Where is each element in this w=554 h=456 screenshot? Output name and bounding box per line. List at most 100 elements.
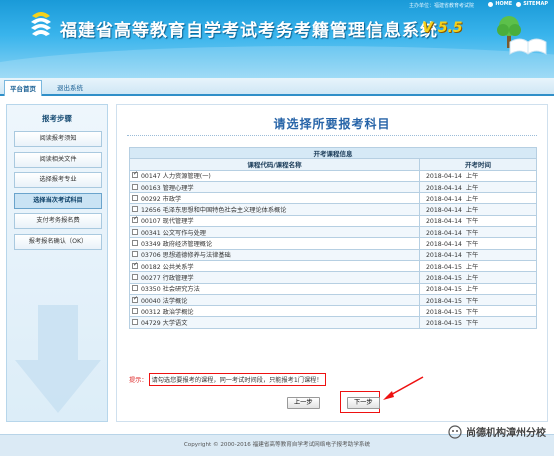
course-cell: 00107 现代管理学	[129, 214, 420, 228]
exam-time-cell: 2018-04-15 下午	[419, 293, 537, 307]
course-name: 00277 行政管理学	[141, 274, 194, 282]
pointer-arrow-icon	[383, 376, 424, 400]
course-cell: 03706 思想道德修养与法律基础	[129, 248, 420, 261]
course-table: 开考课程信息 课程代码/课程名称 开考时间 00147 人力资源管理(一) 201…	[129, 146, 537, 329]
home-icon	[488, 1, 494, 7]
table-row: 00182 公共关系学 2018-04-15 上午	[129, 259, 537, 273]
course-cell: 00312 政治学概论	[129, 305, 420, 318]
header-swoosh	[0, 46, 554, 78]
exam-period: 上午	[465, 173, 479, 181]
table-row: 03349 政府经济管理概论 2018-04-14 下午	[129, 237, 537, 250]
tab-home[interactable]: 平台首页	[4, 80, 42, 96]
exam-time-cell: 2018-04-15 上午	[419, 259, 537, 273]
watermark: 尚德机构漳州分校	[448, 424, 546, 439]
course-cell: 03350 社会研究方法	[129, 282, 420, 295]
exam-time-cell: 2018-04-14 上午	[419, 203, 537, 216]
tab-logout[interactable]: 退出系统	[52, 80, 88, 96]
exam-date: 2018-04-14	[426, 207, 462, 215]
table-row: 12656 毛泽东思想和中国特色社会主义理论体系概论 2018-04-14 上午	[129, 203, 537, 216]
step-confirm[interactable]: 报考报名确认（OK）	[14, 233, 102, 250]
table-row: 00107 现代管理学 2018-04-14 下午	[129, 214, 537, 228]
course-checkbox[interactable]	[132, 228, 138, 235]
course-name: 03706 思想道德修养与法律基础	[141, 252, 231, 260]
exam-period: 下午	[465, 308, 479, 316]
col-course-header: 课程代码/课程名称	[129, 158, 420, 171]
course-checkbox[interactable]	[132, 194, 138, 201]
course-name: 00147 人力资源管理(一)	[141, 173, 211, 181]
exam-period: 下午	[465, 218, 479, 226]
exam-period: 下午	[465, 241, 479, 249]
version-label: V 5.5	[422, 20, 463, 36]
wechat-icon	[448, 424, 462, 439]
step-pay-fee[interactable]: 支付考务报名费	[14, 213, 102, 230]
course-cell: 00292 市政学	[129, 192, 420, 205]
course-cell: 00040 法学概论	[129, 293, 420, 307]
table-row: 03706 思想道德修养与法律基础 2018-04-14 下午	[129, 248, 537, 261]
table-row: 00292 市政学 2018-04-14 上午	[129, 192, 537, 205]
course-checkbox[interactable]	[132, 215, 138, 224]
course-checkbox[interactable]	[132, 240, 138, 247]
step-select-subjects[interactable]: 选择当次考试科目	[14, 192, 102, 209]
step-read-notice[interactable]: 阅读报考须知	[14, 131, 102, 147]
exam-date: 2018-04-14	[426, 218, 462, 226]
table-caption: 开考课程信息	[129, 146, 537, 160]
table-row: 00040 法学概论 2018-04-15 下午	[129, 293, 537, 307]
exam-time-cell: 2018-04-14 下午	[419, 214, 537, 228]
exam-date: 2018-04-15	[426, 286, 462, 294]
top-links: HOME SITEMAP	[488, 1, 548, 7]
sidebar: 报考步骤 阅读报考须知 阅读相关文件 选择报考专业 选择当次考试科目 支付考务报…	[6, 104, 108, 422]
exam-date: 2018-04-14	[426, 241, 462, 249]
exam-period: 上午	[465, 263, 479, 271]
exam-date: 2018-04-14	[426, 184, 462, 192]
course-name: 00163 管理心理学	[141, 184, 194, 192]
course-checkbox[interactable]	[132, 273, 138, 280]
exam-period: 上午	[465, 286, 479, 294]
course-checkbox[interactable]	[132, 206, 138, 213]
exam-period: 下午	[465, 297, 479, 305]
table-row: 00341 公文写作与处理 2018-04-14 下午	[129, 226, 537, 239]
course-checkbox[interactable]	[132, 251, 138, 258]
course-name: 12656 毛泽东思想和中国特色社会主义理论体系概论	[141, 207, 287, 215]
course-cell: 03349 政府经济管理概论	[129, 237, 420, 250]
nav-bar: 平台首页 退出系统	[0, 78, 554, 96]
course-name: 00312 政治学概论	[141, 308, 194, 316]
course-checkbox[interactable]	[132, 170, 138, 179]
course-checkbox[interactable]	[132, 319, 138, 326]
logo-icon	[31, 12, 51, 36]
next-button[interactable]: 下一步	[347, 397, 380, 409]
course-name: 03350 社会研究方法	[141, 286, 200, 294]
course-checkbox[interactable]	[132, 285, 138, 292]
exam-date: 2018-04-15	[426, 320, 462, 328]
step-select-major[interactable]: 选择报考专业	[14, 172, 102, 189]
sitemap-link[interactable]: SITEMAP	[516, 1, 548, 7]
course-cell: 00182 公共关系学	[129, 259, 420, 273]
prev-button[interactable]: 上一步	[287, 397, 320, 409]
table-row: 00312 政治学概论 2018-04-15 下午	[129, 305, 537, 318]
table-row: 03350 社会研究方法 2018-04-15 上午	[129, 282, 537, 295]
home-label: HOME	[495, 1, 513, 7]
course-checkbox[interactable]	[132, 183, 138, 190]
table-row: 00163 管理心理学 2018-04-14 上午	[129, 180, 537, 194]
down-arrow-icon	[15, 305, 101, 413]
course-name: 00107 现代管理学	[141, 218, 194, 226]
exam-time-cell: 2018-04-14 上午	[419, 192, 537, 205]
exam-period: 上午	[465, 184, 479, 192]
exam-time-cell: 2018-04-15 上午	[419, 282, 537, 295]
course-cell: 00163 管理心理学	[129, 180, 420, 194]
course-checkbox[interactable]	[132, 307, 138, 314]
exam-period: 下午	[465, 320, 479, 328]
exam-date: 2018-04-14	[426, 229, 462, 237]
course-checkbox[interactable]	[132, 295, 138, 303]
course-cell: 00277 行政管理学	[129, 271, 420, 284]
notice-text: 请勾选您要报考的课程，同一考试时间段，只能报考1门课程！	[148, 373, 326, 386]
table-row: 00147 人力资源管理(一) 2018-04-14 上午	[129, 169, 537, 182]
exam-date: 2018-04-15	[426, 274, 462, 282]
course-checkbox[interactable]	[132, 261, 138, 269]
course-name: 00182 公共关系学	[141, 263, 194, 271]
exam-date: 2018-04-15	[426, 297, 462, 305]
step-read-docs[interactable]: 阅读相关文件	[14, 151, 102, 168]
course-name: 00341 公文写作与处理	[141, 229, 206, 237]
table-row: 00277 行政管理学 2018-04-15 上午	[129, 271, 537, 284]
exam-period: 下午	[465, 252, 479, 260]
home-link[interactable]: HOME	[488, 1, 512, 7]
